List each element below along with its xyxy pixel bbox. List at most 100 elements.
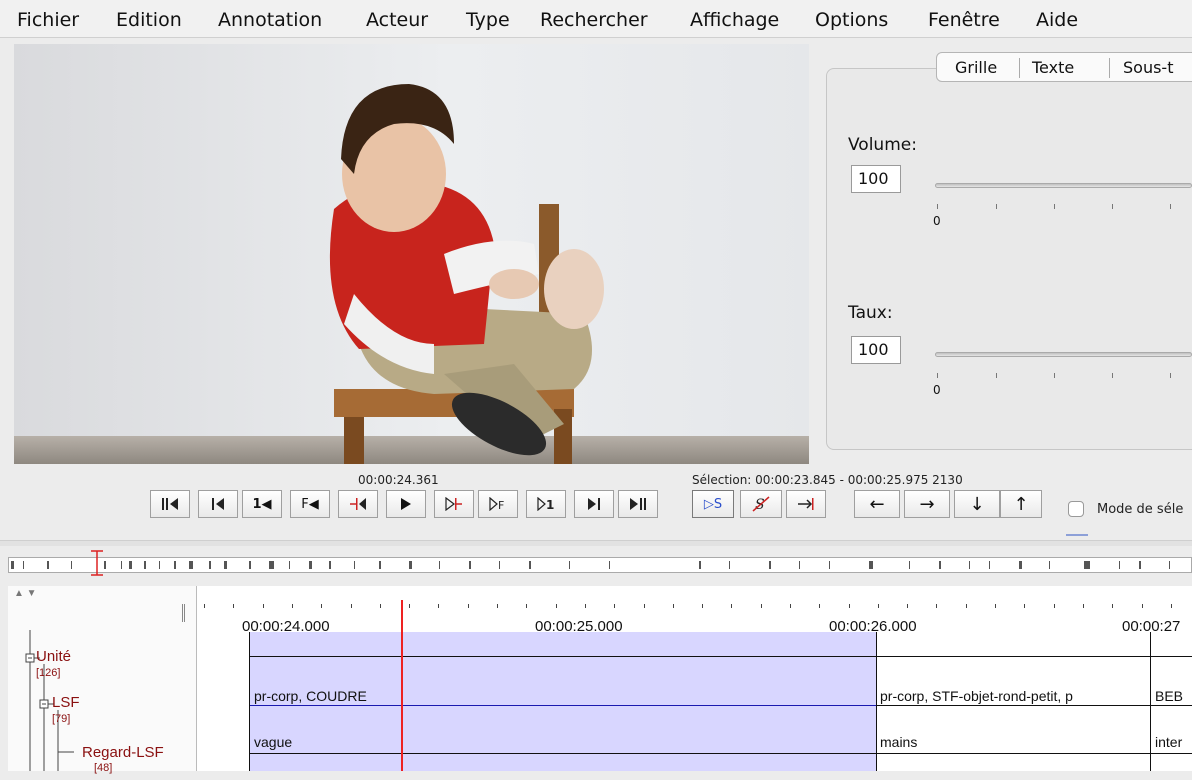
annotation-lsf[interactable]: pr-corp, COUDRE (254, 688, 367, 704)
crosshair-cursor[interactable] (401, 600, 403, 771)
menu-acteur[interactable]: Acteur (366, 9, 428, 31)
menu-fichier[interactable]: Fichier (17, 9, 79, 31)
overview-annotation-mark (379, 561, 381, 569)
rate-slider[interactable] (935, 352, 1192, 357)
volume-tick (996, 204, 997, 209)
splitter[interactable] (0, 540, 1192, 546)
menu-type[interactable]: Type (466, 9, 510, 31)
timeline-overview[interactable] (8, 557, 1192, 573)
ruler-minor-tick (819, 604, 820, 608)
previous-icon (212, 498, 224, 510)
rate-tick (996, 373, 997, 378)
overview-annotation-mark (121, 561, 122, 569)
tier-up-button[interactable]: ↑ (1000, 490, 1042, 518)
menu-fenetre[interactable]: Fenêtre (928, 9, 1000, 31)
menu-options[interactable]: Options (815, 9, 888, 31)
ruler-minor-tick (1171, 604, 1172, 608)
ruler-minor-tick (526, 604, 527, 608)
previous-pixel-button[interactable]: F◀ (290, 490, 330, 518)
next-second-button[interactable] (574, 490, 614, 518)
annotation-lsf[interactable]: pr-corp, STF-objet-rond-petit, p (880, 688, 1073, 704)
next-pixel-icon: F (489, 497, 504, 511)
overview-annotation-mark (23, 561, 24, 569)
overview-annotation-mark (769, 561, 771, 569)
volume-input[interactable]: 100 (851, 165, 901, 193)
tab-texte[interactable]: Texte (1032, 58, 1074, 77)
scroll-arrows-icon[interactable]: ▲ ▼ (14, 588, 37, 599)
selection-mode-label: Mode de séle (1097, 502, 1184, 517)
rate-tick (1170, 373, 1171, 378)
clear-selection-button[interactable]: S (740, 490, 782, 518)
svg-text:F: F (498, 499, 504, 511)
play-selection-button[interactable] (434, 490, 474, 518)
menu-rechercher[interactable]: Rechercher (540, 9, 648, 31)
previous-second-button[interactable] (198, 490, 238, 518)
menu-aide[interactable]: Aide (1036, 9, 1078, 31)
tab-sous-titres[interactable]: Sous-t (1123, 58, 1173, 77)
volume-tick (1112, 204, 1113, 209)
resize-handle[interactable] (182, 604, 185, 622)
previous-annotation-button[interactable]: ← (854, 490, 900, 518)
rate-label: Taux: (848, 303, 893, 323)
tier-name-regard-lsf[interactable]: Regard-LSF (82, 744, 164, 761)
ruler-minor-tick (1024, 604, 1025, 608)
tier-name-lsf[interactable]: LSF (52, 694, 80, 711)
go-to-end-button[interactable] (618, 490, 658, 518)
rate-input[interactable]: 100 (851, 336, 901, 364)
ruler-minor-tick (614, 604, 615, 608)
selection-mode-button[interactable]: ▷S (692, 490, 734, 518)
splitter-handle[interactable] (1066, 534, 1088, 536)
tab-grille[interactable]: Grille (955, 58, 997, 77)
annotation-boundary (1150, 632, 1151, 771)
overview-annotation-mark (989, 561, 990, 569)
selection-mode-checkbox[interactable] (1068, 501, 1084, 517)
video-viewer[interactable] (14, 44, 809, 464)
annotation-regard[interactable]: vague (254, 734, 292, 750)
next-pixel-button[interactable]: F (478, 490, 518, 518)
tier-row-line (250, 656, 1192, 657)
next-frame-button[interactable]: 1 (526, 490, 566, 518)
overview-annotation-mark (289, 561, 290, 569)
selection-end-icon (798, 498, 814, 510)
overview-annotation-mark (829, 561, 830, 569)
overview-annotation-mark (939, 561, 941, 569)
selection-begin-button[interactable] (338, 490, 378, 518)
next-frame-icon: 1 (537, 497, 554, 511)
annotation-boundary (876, 632, 877, 771)
ruler-minor-tick (497, 604, 498, 608)
menu-edition[interactable]: Edition (116, 9, 182, 31)
annotation-regard[interactable]: inter (1155, 734, 1182, 750)
ruler-minor-tick (1142, 604, 1143, 608)
go-to-end-icon (630, 498, 646, 510)
ruler-minor-tick (468, 604, 469, 608)
ruler-minor-tick (585, 604, 586, 608)
next-annotation-button[interactable]: → (904, 490, 950, 518)
tier-name-unite[interactable]: Unité (36, 648, 71, 665)
ruler-minor-tick (731, 604, 732, 608)
menu-affichage[interactable]: Affichage (690, 9, 779, 31)
overview-annotation-mark (354, 561, 355, 569)
tier-down-button[interactable]: ↓ (954, 490, 1000, 518)
annotation-regard[interactable]: mains (880, 734, 917, 750)
ruler-minor-tick (849, 604, 850, 608)
tier-count-regard-lsf: [48] (94, 762, 113, 774)
rate-min-label: 0 (933, 383, 941, 397)
volume-tick (937, 204, 938, 209)
annotation-lsf[interactable]: BEB (1155, 688, 1183, 704)
selection-end-button[interactable] (786, 490, 826, 518)
menu-annotation[interactable]: Annotation (218, 9, 322, 31)
tier-count-unite: [126] (36, 667, 61, 679)
ruler-minor-tick (204, 604, 205, 608)
overview-annotation-mark (499, 561, 500, 569)
go-to-begin-button[interactable] (150, 490, 190, 518)
time-ruler[interactable] (197, 586, 1192, 632)
ruler-minor-tick (907, 604, 908, 608)
volume-slider[interactable] (935, 183, 1192, 188)
previous-frame-button[interactable]: 1◀ (242, 490, 282, 518)
ruler-minor-tick (263, 604, 264, 608)
overview-annotation-mark (699, 561, 701, 569)
play-button[interactable] (386, 490, 426, 518)
ruler-minor-tick (556, 604, 557, 608)
overview-cursor[interactable] (88, 549, 108, 579)
overview-annotation-mark (409, 561, 412, 569)
